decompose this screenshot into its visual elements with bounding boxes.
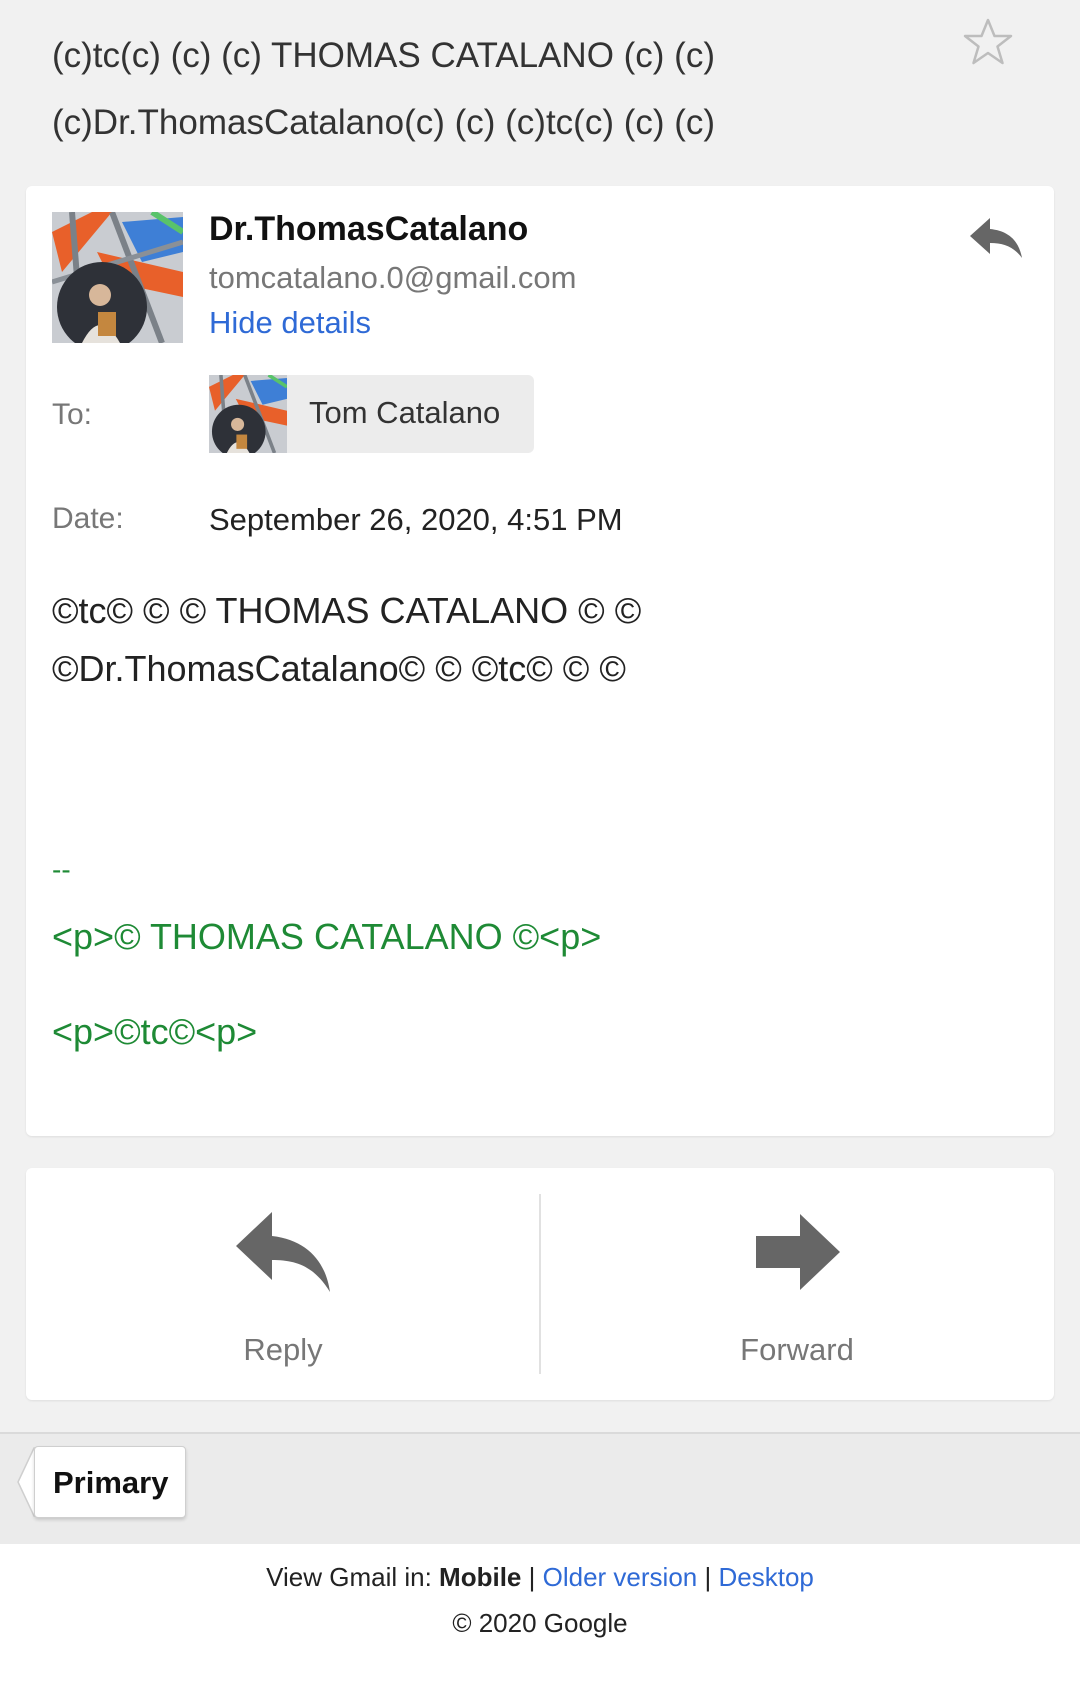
recipient-name: Tom Catalano <box>309 395 501 430</box>
separator: | <box>704 1562 712 1592</box>
footer: View Gmail in: Mobile | Older version | … <box>0 1544 1080 1683</box>
view-in-links: View Gmail in: Mobile | Older version | … <box>0 1562 1080 1593</box>
recipient-avatar <box>209 375 287 453</box>
to-label: To: <box>52 398 93 431</box>
subject-header: (c)tc(c) (c) (c) THOMAS CATALANO (c) (c)… <box>0 0 1080 170</box>
view-prefix: View Gmail in: <box>266 1562 432 1592</box>
actions-card: Reply Forward <box>26 1168 1054 1400</box>
forward-button[interactable]: Forward <box>540 1168 1054 1400</box>
message-card: Dr.ThomasCatalano tomcatalano.0@gmail.co… <box>26 186 1054 1136</box>
signature-separator: -- <box>52 854 71 885</box>
reply-icon[interactable] <box>966 212 1026 262</box>
older-version-link[interactable]: Older version <box>543 1562 698 1592</box>
inbox-tab-strip: Primary <box>0 1432 1080 1546</box>
mobile-view-current: Mobile <box>439 1562 522 1592</box>
reply-button[interactable]: Reply <box>26 1168 540 1400</box>
reply-label: Reply <box>243 1332 323 1367</box>
date-label: Date: <box>52 502 124 535</box>
sender-avatar <box>52 212 183 343</box>
sender-email: tomcatalano.0@gmail.com <box>209 260 577 295</box>
date-value: September 26, 2020, 4:51 PM <box>209 502 623 537</box>
forward-arrow-icon <box>756 1214 840 1290</box>
star-icon[interactable] <box>958 14 1018 74</box>
forward-label: Forward <box>740 1332 854 1367</box>
primary-tab-label: Primary <box>53 1465 169 1500</box>
reply-icon <box>236 1212 330 1292</box>
body-line: ©Dr.ThomasCatalano© © ©tc© © © <box>52 648 626 689</box>
signature-line: <p>©tc©<p> <box>52 1011 258 1052</box>
body-line: ©tc© © © THOMAS CATALANO © © <box>52 590 642 631</box>
signature-line: <p>© THOMAS CATALANO ©<p> <box>52 916 602 957</box>
recipient-chip[interactable]: Tom Catalano <box>287 375 534 453</box>
sender-name: Dr.ThomasCatalano <box>209 210 529 248</box>
desktop-link[interactable]: Desktop <box>718 1562 813 1592</box>
email-subject: (c)tc(c) (c) (c) THOMAS CATALANO (c) (c)… <box>52 36 716 142</box>
copyright: © 2020 Google <box>452 1608 628 1638</box>
primary-tab-button[interactable]: Primary <box>34 1446 186 1518</box>
hide-details-link[interactable]: Hide details <box>209 305 371 341</box>
separator: | <box>528 1562 536 1592</box>
